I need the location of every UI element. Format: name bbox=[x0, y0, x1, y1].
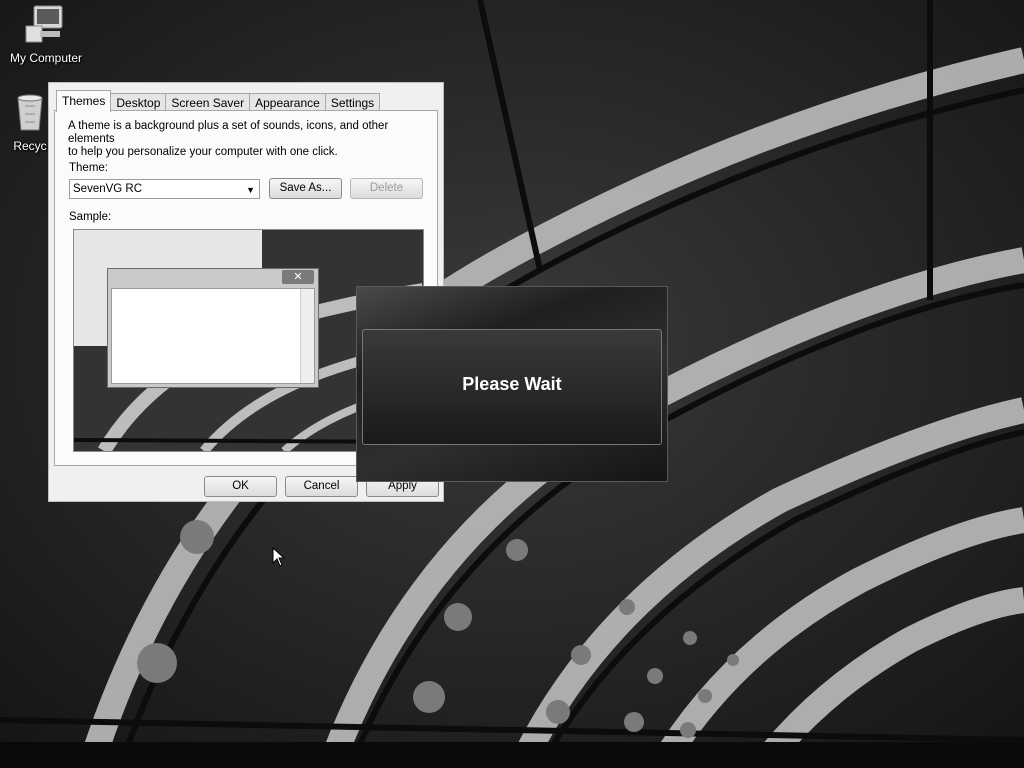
tab-settings[interactable]: Settings bbox=[324, 93, 381, 111]
desktop-icon-label: My Computer bbox=[9, 51, 83, 65]
desktop-icon-my-computer[interactable]: My Computer bbox=[0, 4, 94, 65]
delete-button[interactable]: Delete bbox=[350, 178, 423, 199]
theme-select-value: SevenVG RC bbox=[73, 183, 143, 195]
close-icon: ✕ bbox=[282, 270, 314, 284]
please-wait-message: Please Wait bbox=[462, 374, 562, 394]
tab-appearance[interactable]: Appearance bbox=[249, 93, 326, 111]
theme-label: Theme: bbox=[69, 162, 108, 174]
sample-label: Sample: bbox=[69, 211, 112, 223]
save-as-button[interactable]: Save As... bbox=[269, 178, 342, 199]
sample-window: ✕ bbox=[107, 268, 319, 388]
recycle-bin-icon bbox=[17, 94, 43, 131]
mouse-pointer-icon bbox=[272, 547, 286, 567]
cancel-button[interactable]: Cancel bbox=[285, 476, 358, 497]
theme-select[interactable]: SevenVG RC ▼ bbox=[69, 179, 260, 199]
tab-bar: Themes Desktop Screen Saver Appearance S… bbox=[56, 89, 381, 112]
please-wait-overlay: Please Wait bbox=[356, 286, 668, 482]
ok-button[interactable]: OK bbox=[204, 476, 277, 497]
please-wait-panel: Please Wait bbox=[362, 329, 662, 445]
tab-desktop[interactable]: Desktop bbox=[110, 93, 167, 111]
tab-themes[interactable]: Themes bbox=[56, 90, 112, 112]
tab-screen-saver[interactable]: Screen Saver bbox=[165, 93, 251, 111]
theme-description: A theme is a background plus a set of so… bbox=[68, 120, 428, 159]
sample-window-client bbox=[111, 288, 315, 384]
chevron-down-icon: ▼ bbox=[246, 185, 255, 195]
description-line: A theme is a background plus a set of so… bbox=[68, 120, 389, 145]
computer-icon bbox=[25, 5, 63, 43]
scrollbar bbox=[300, 289, 314, 383]
description-line: to help you personalize your computer wi… bbox=[68, 146, 338, 158]
